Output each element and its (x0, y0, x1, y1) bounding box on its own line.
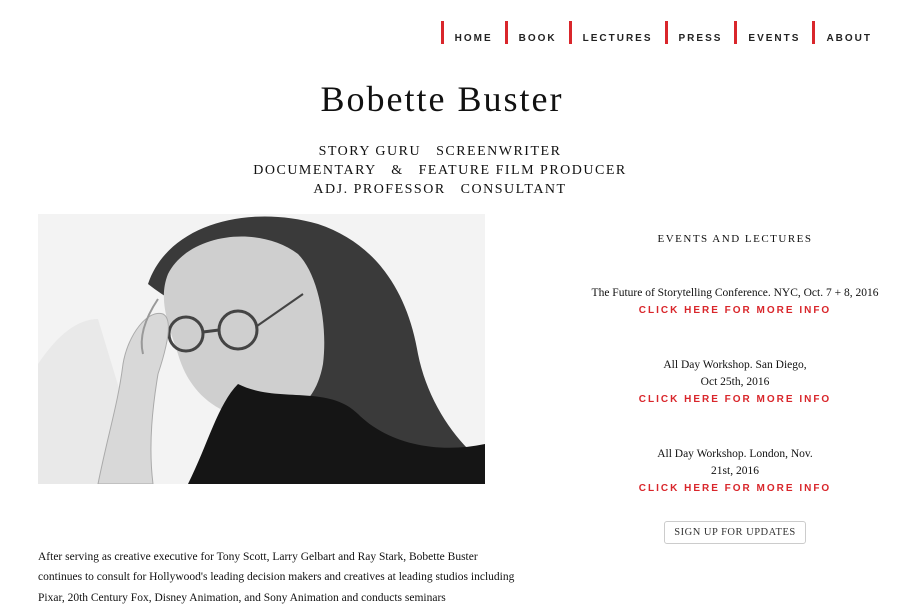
nav-events[interactable]: EVENTS (734, 21, 800, 44)
signup-button[interactable]: SIGN UP FOR UPDATES (664, 521, 805, 544)
event-item: The Future of Storytelling Conference. N… (585, 285, 885, 319)
nav-lectures[interactable]: LECTURES (569, 21, 653, 44)
event-desc: All Day Workshop. San Diego, Oct 25th, 2… (655, 357, 815, 391)
event-desc: The Future of Storytelling Conference. N… (590, 285, 880, 302)
portrait-photo (38, 214, 485, 484)
event-desc: All Day Workshop. London, Nov. 21st, 201… (655, 446, 815, 480)
portrait-illustration (38, 214, 485, 484)
roles-line-3: ADJ. PROFESSOR CONSULTANT (0, 180, 880, 199)
events-sidebar: EVENTS AND LECTURES The Future of Storyt… (585, 233, 885, 544)
site-title[interactable]: Bobette Buster (0, 78, 884, 120)
main-nav: HOME BOOK LECTURES PRESS EVENTS ABOUT (429, 21, 872, 44)
roles-line-1: STORY GURU SCREENWRITER (0, 142, 880, 161)
bio-text: After serving as creative executive for … (38, 547, 518, 608)
event-more-link[interactable]: CLICK HERE FOR MORE INFO (585, 302, 885, 319)
event-item: All Day Workshop. San Diego, Oct 25th, 2… (585, 357, 885, 408)
roles-block: STORY GURU SCREENWRITER DOCUMENTARY & FE… (0, 142, 880, 199)
roles-line-2: DOCUMENTARY & FEATURE FILM PRODUCER (0, 161, 880, 180)
event-item: All Day Workshop. London, Nov. 21st, 201… (585, 446, 885, 497)
nav-about[interactable]: ABOUT (812, 21, 872, 44)
nav-book[interactable]: BOOK (505, 21, 557, 44)
nav-home[interactable]: HOME (441, 21, 493, 44)
event-more-link[interactable]: CLICK HERE FOR MORE INFO (585, 391, 885, 408)
event-more-link[interactable]: CLICK HERE FOR MORE INFO (585, 480, 885, 497)
nav-press[interactable]: PRESS (665, 21, 723, 44)
events-title: EVENTS AND LECTURES (585, 233, 885, 245)
